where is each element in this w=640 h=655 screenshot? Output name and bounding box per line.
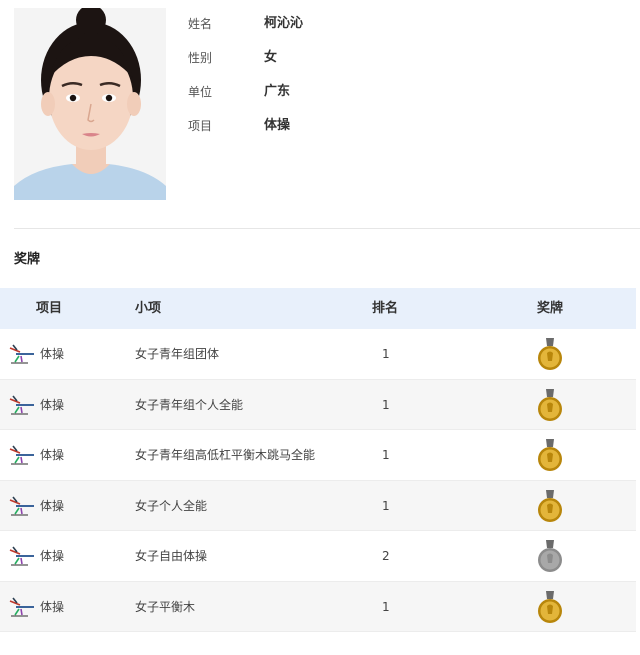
table-row: 体操 女子青年组个人全能 1 [0,379,636,430]
field-label: 性别 [188,51,213,65]
gold-medal-icon [538,338,562,370]
athlete-profile: 姓名 柯沁沁 性别 女 单位 广东 项目 体操 [0,0,640,228]
gold-medal-icon [538,439,562,471]
row-rank: 1 [382,599,390,614]
field-label: 项目 [188,119,213,133]
medals-table-body: 体操 女子青年组团体 1 体操 女子青年组个人全能 1 体操 女子青年组高低杠平… [0,329,636,632]
section-divider [14,228,640,229]
gymnastics-icon [9,395,34,415]
row-rank: 1 [382,448,390,462]
field-value: 柯沁沁 [264,16,304,31]
header-medal: 奖牌 [537,301,564,316]
gymnastics-icon [9,597,34,617]
field-value: 体操 [264,118,291,133]
row-sport: 体操 [40,347,65,361]
row-sport: 体操 [40,549,65,563]
field-value: 女 [264,50,278,65]
medals-table: 项目 小项 排名 奖牌 体操 女子青年组团体 1 体操 女子青年组个人全能 1 … [0,288,636,632]
gymnastics-icon [9,496,34,516]
gold-medal-icon [538,590,562,623]
row-rank: 1 [382,498,390,513]
header-event: 小项 [135,301,162,316]
header-rank: 排名 [372,301,399,316]
table-row: 体操 女子自由体操 2 [0,531,636,582]
row-sport: 体操 [40,448,65,462]
gold-medal-icon [538,388,562,421]
row-event: 女子平衡木 [135,599,196,614]
row-event: 女子青年组高低杠平衡木跳马全能 [135,448,316,462]
medals-section-title: 奖牌 [14,252,41,267]
gold-medal-icon [538,489,562,522]
row-rank: 1 [382,397,390,412]
table-row: 体操 女子平衡木 1 [0,581,636,632]
silver-medal-icon [538,540,562,572]
row-event: 女子青年组团体 [135,347,220,361]
field-label: 单位 [188,85,213,99]
gymnastics-icon [9,344,34,364]
row-rank: 2 [382,549,390,563]
gymnastics-icon [9,445,34,465]
header-sport: 项目 [36,301,63,316]
field-value: 广东 [264,84,291,99]
athlete-photo [14,8,166,200]
table-row: 体操 女子青年组高低杠平衡木跳马全能 1 [0,430,636,481]
row-event: 女子个人全能 [135,498,208,513]
row-event: 女子青年组个人全能 [135,397,244,412]
row-rank: 1 [382,347,390,361]
field-label: 姓名 [188,17,213,31]
row-sport: 体操 [40,599,65,614]
medals-table-header: 项目 小项 排名 奖牌 [0,288,636,329]
row-sport: 体操 [40,397,65,412]
gymnastics-icon [9,546,34,566]
table-row: 体操 女子个人全能 1 [0,480,636,531]
table-row: 体操 女子青年组团体 1 [0,329,636,380]
row-sport: 体操 [40,498,65,513]
row-event: 女子自由体操 [135,549,208,563]
